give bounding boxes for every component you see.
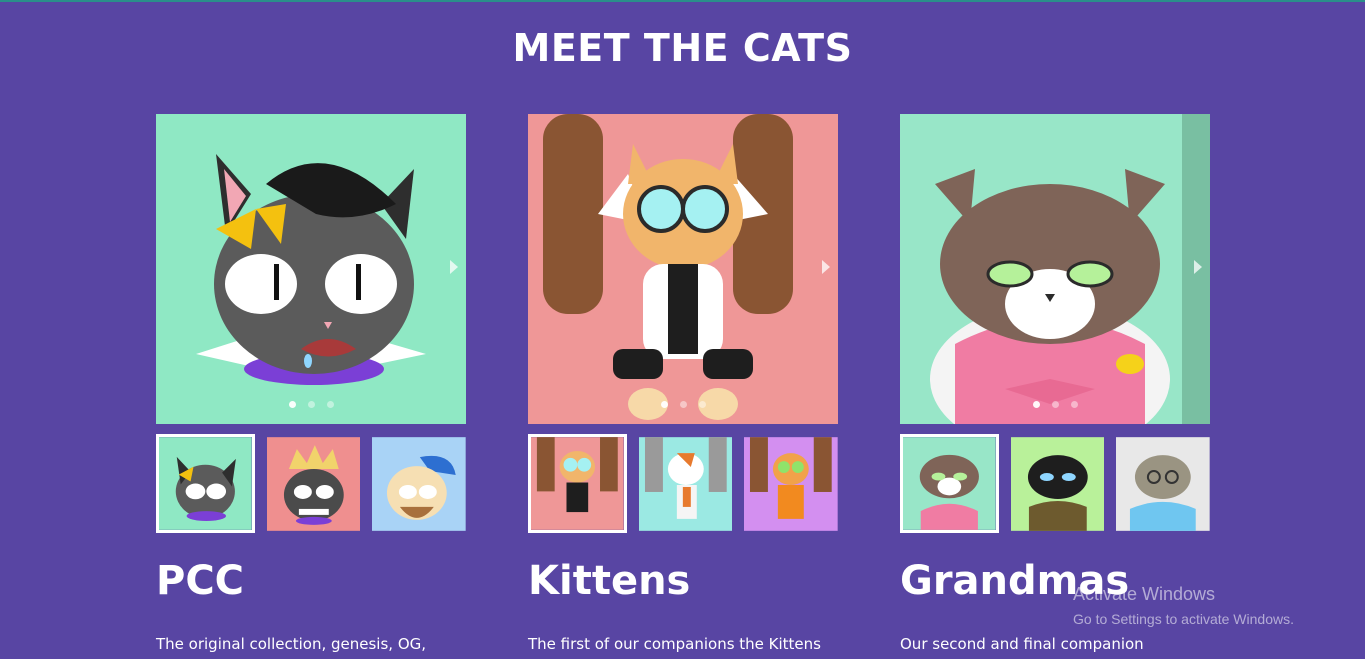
pcc-cat-image — [156, 114, 466, 424]
collection-grandmas: Grandmas Our second and final companion — [900, 114, 1211, 653]
grandmas-image-slider[interactable] — [900, 114, 1210, 424]
kittens-thumb-2[interactable] — [638, 437, 733, 531]
grandmas-thumb-2[interactable] — [1010, 437, 1105, 531]
kittens-thumb-3[interactable] — [744, 437, 839, 531]
windows-activation-watermark: Activate Windows Go to Settings to activ… — [1073, 584, 1294, 627]
kittens-next-arrow[interactable] — [822, 260, 830, 274]
grandmas-dot-3[interactable] — [1070, 401, 1078, 408]
kittens-cat-image — [528, 114, 838, 424]
collection-kittens: Kittens The first of our companions the … — [528, 114, 839, 653]
grandmas-thumb-1[interactable] — [900, 434, 999, 533]
kittens-slider-dots — [528, 401, 838, 408]
pcc-dot-3[interactable] — [326, 401, 334, 408]
grandmas-next-arrow[interactable] — [1194, 260, 1202, 274]
pcc-thumbnails — [156, 434, 467, 533]
kittens-image-slider[interactable] — [528, 114, 838, 424]
pcc-thumb-1[interactable] — [156, 434, 255, 533]
grandmas-dot-1[interactable] — [1032, 401, 1040, 408]
pcc-collection-name: PCC — [156, 558, 245, 604]
collection-pcc: PCC The original collection, genesis, OG… — [156, 114, 467, 653]
kittens-collection-name: Kittens — [528, 558, 691, 604]
page-title: MEET THE CATS — [512, 26, 853, 70]
pcc-dot-1[interactable] — [288, 401, 296, 408]
kittens-collection-description: The first of our companions the Kittens — [528, 635, 821, 653]
pcc-thumb-2[interactable] — [266, 437, 361, 531]
pcc-slider-dots — [156, 401, 466, 408]
pcc-next-arrow[interactable] — [450, 260, 458, 274]
kittens-thumbnails — [528, 434, 839, 533]
grandmas-slider-dots — [900, 401, 1210, 408]
grandmas-collection-description: Our second and final companion — [900, 635, 1144, 653]
kittens-thumb-1[interactable] — [528, 434, 627, 533]
kittens-dot-1[interactable] — [660, 401, 668, 408]
pcc-thumb-3[interactable] — [372, 437, 467, 531]
kittens-dot-2[interactable] — [679, 401, 687, 408]
grandmas-thumb-3[interactable] — [1116, 437, 1211, 531]
kittens-dot-3[interactable] — [698, 401, 706, 408]
top-accent-line — [0, 0, 1365, 2]
watermark-subtitle: Go to Settings to activate Windows. — [1073, 611, 1294, 627]
grandmas-thumbnails — [900, 434, 1211, 533]
watermark-title: Activate Windows — [1073, 584, 1216, 604]
grandmas-dot-2[interactable] — [1051, 401, 1059, 408]
pcc-dot-2[interactable] — [307, 401, 315, 408]
grandmas-cat-image — [900, 114, 1210, 424]
pcc-collection-description: The original collection, genesis, OG, — [156, 635, 427, 653]
pcc-image-slider[interactable] — [156, 114, 466, 424]
